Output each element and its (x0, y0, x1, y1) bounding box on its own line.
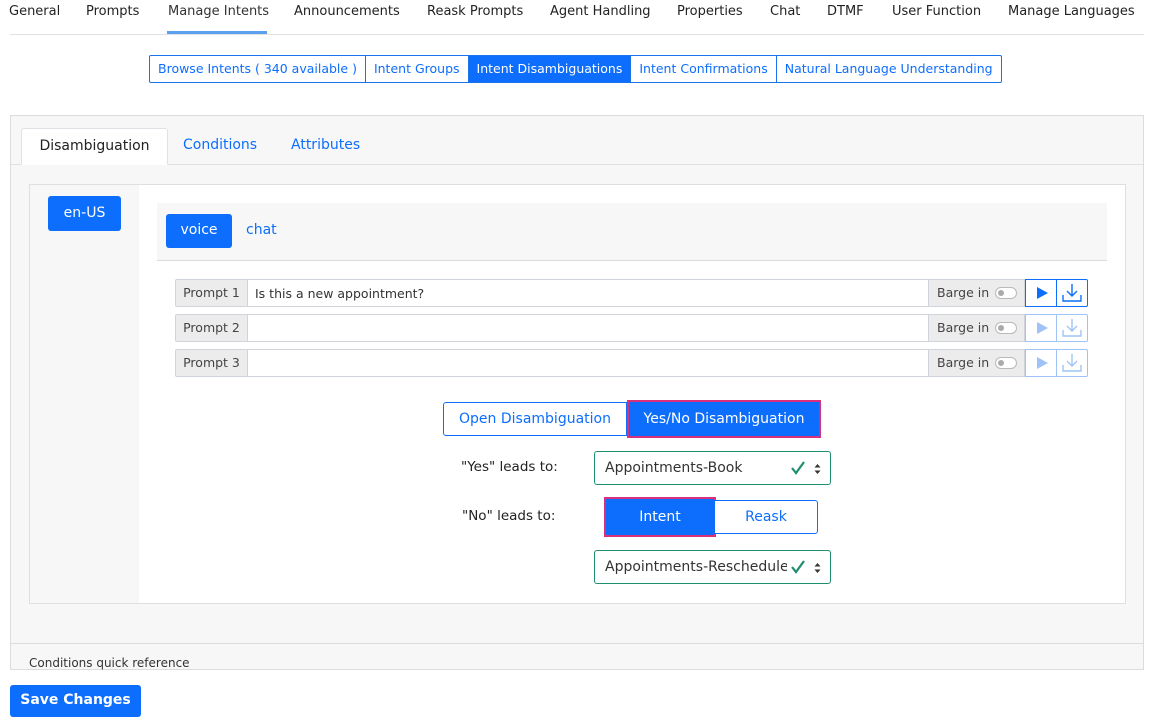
subtab-browse-intents[interactable]: Browse Intents ( 340 available ) (150, 56, 366, 82)
panel-tabs: Disambiguation Conditions Attributes (11, 116, 1143, 165)
play-icon[interactable] (1025, 349, 1057, 377)
intent-sub-tabs: Browse Intents ( 340 available ) Intent … (149, 55, 1002, 83)
subtab-intent-confirmations[interactable]: Intent Confirmations (631, 56, 777, 82)
language-column: en-US (30, 185, 139, 603)
tab-manage-intents[interactable]: Manage Intents (168, 4, 269, 19)
check-icon (791, 461, 805, 475)
tab-user-function[interactable]: User Function (892, 4, 981, 19)
tab-properties[interactable]: Properties (677, 4, 743, 19)
prompt-2-input[interactable] (247, 314, 929, 342)
tab-chat[interactable]: Chat (770, 4, 800, 19)
tab-disambiguation[interactable]: Disambiguation (21, 128, 168, 165)
channel-chat-button[interactable]: chat (246, 214, 277, 248)
conditions-quick-reference-label[interactable]: Conditions quick reference (29, 656, 190, 670)
subtab-intent-disambiguations[interactable]: Intent Disambiguations (468, 56, 632, 82)
tab-reask-prompts[interactable]: Reask Prompts (427, 4, 523, 19)
subtab-intent-groups[interactable]: Intent Groups (366, 56, 469, 82)
download-icon[interactable] (1056, 314, 1088, 342)
channel-voice-button[interactable]: voice (166, 214, 232, 248)
top-nav: General Prompts Manage Intents Announcem… (0, 0, 1151, 35)
no-leads-to-value: Appointments-Reschedule (605, 559, 787, 575)
yes-leads-to-select[interactable]: Appointments-Book (594, 451, 831, 485)
tab-prompts[interactable]: Prompts (86, 4, 139, 19)
disambiguation-type-group: Open Disambiguation Yes/No Disambiguatio… (443, 400, 821, 438)
channel-bar: voice chat (157, 203, 1107, 261)
download-icon[interactable] (1056, 279, 1088, 307)
prompt-row-2: Prompt 2 Barge in (175, 314, 1088, 342)
prompt-row-3: Prompt 3 Barge in (175, 349, 1088, 377)
prompt-1-input[interactable] (247, 279, 929, 307)
save-changes-button[interactable]: Save Changes (10, 685, 141, 717)
language-en-us-button[interactable]: en-US (48, 196, 121, 231)
tab-manage-languages[interactable]: Manage Languages (1008, 4, 1135, 19)
disambiguation-content: en-US voice chat (29, 184, 1126, 604)
disambiguation-panel: Disambiguation Conditions Attributes en-… (10, 115, 1144, 670)
yes-leads-to-value: Appointments-Book (605, 460, 743, 476)
no-intent-button[interactable]: Intent (604, 497, 716, 537)
play-icon[interactable] (1025, 314, 1057, 342)
barge-in-toggle[interactable] (995, 287, 1017, 299)
tab-general[interactable]: General (9, 4, 60, 19)
prompt-row-1: Prompt 1 Barge in (175, 279, 1088, 307)
barge-in-toggle[interactable] (995, 357, 1017, 369)
check-icon (791, 560, 805, 574)
tab-conditions[interactable]: Conditions (183, 128, 257, 165)
tab-attributes[interactable]: Attributes (291, 128, 360, 165)
barge-in-toggle[interactable] (995, 322, 1017, 334)
tab-agent-handling[interactable]: Agent Handling (550, 4, 651, 19)
tab-dtmf[interactable]: DTMF (827, 4, 864, 19)
no-leads-to-label: "No" leads to: (462, 508, 556, 524)
open-disambiguation-button[interactable]: Open Disambiguation (443, 402, 627, 436)
download-icon[interactable] (1056, 349, 1088, 377)
chevron-updown-icon (814, 563, 821, 573)
nav-divider (10, 34, 1144, 35)
yes-no-disambiguation-button[interactable]: Yes/No Disambiguation (627, 400, 821, 438)
tab-announcements[interactable]: Announcements (294, 4, 400, 19)
no-leads-to-select[interactable]: Appointments-Reschedule (594, 550, 831, 584)
prompt-label: Prompt 2 (175, 314, 248, 342)
prompt-label: Prompt 1 (175, 279, 248, 307)
chevron-updown-icon (814, 464, 821, 474)
subtab-natural-language-understanding[interactable]: Natural Language Understanding (777, 56, 1001, 82)
conditions-quick-reference: Conditions quick reference (11, 643, 1143, 670)
play-icon[interactable] (1025, 279, 1057, 307)
yes-leads-to-label: "Yes" leads to: (461, 459, 558, 475)
prompt-3-input[interactable] (247, 349, 929, 377)
prompt-label: Prompt 3 (175, 349, 248, 377)
no-reask-button[interactable]: Reask (714, 500, 818, 534)
